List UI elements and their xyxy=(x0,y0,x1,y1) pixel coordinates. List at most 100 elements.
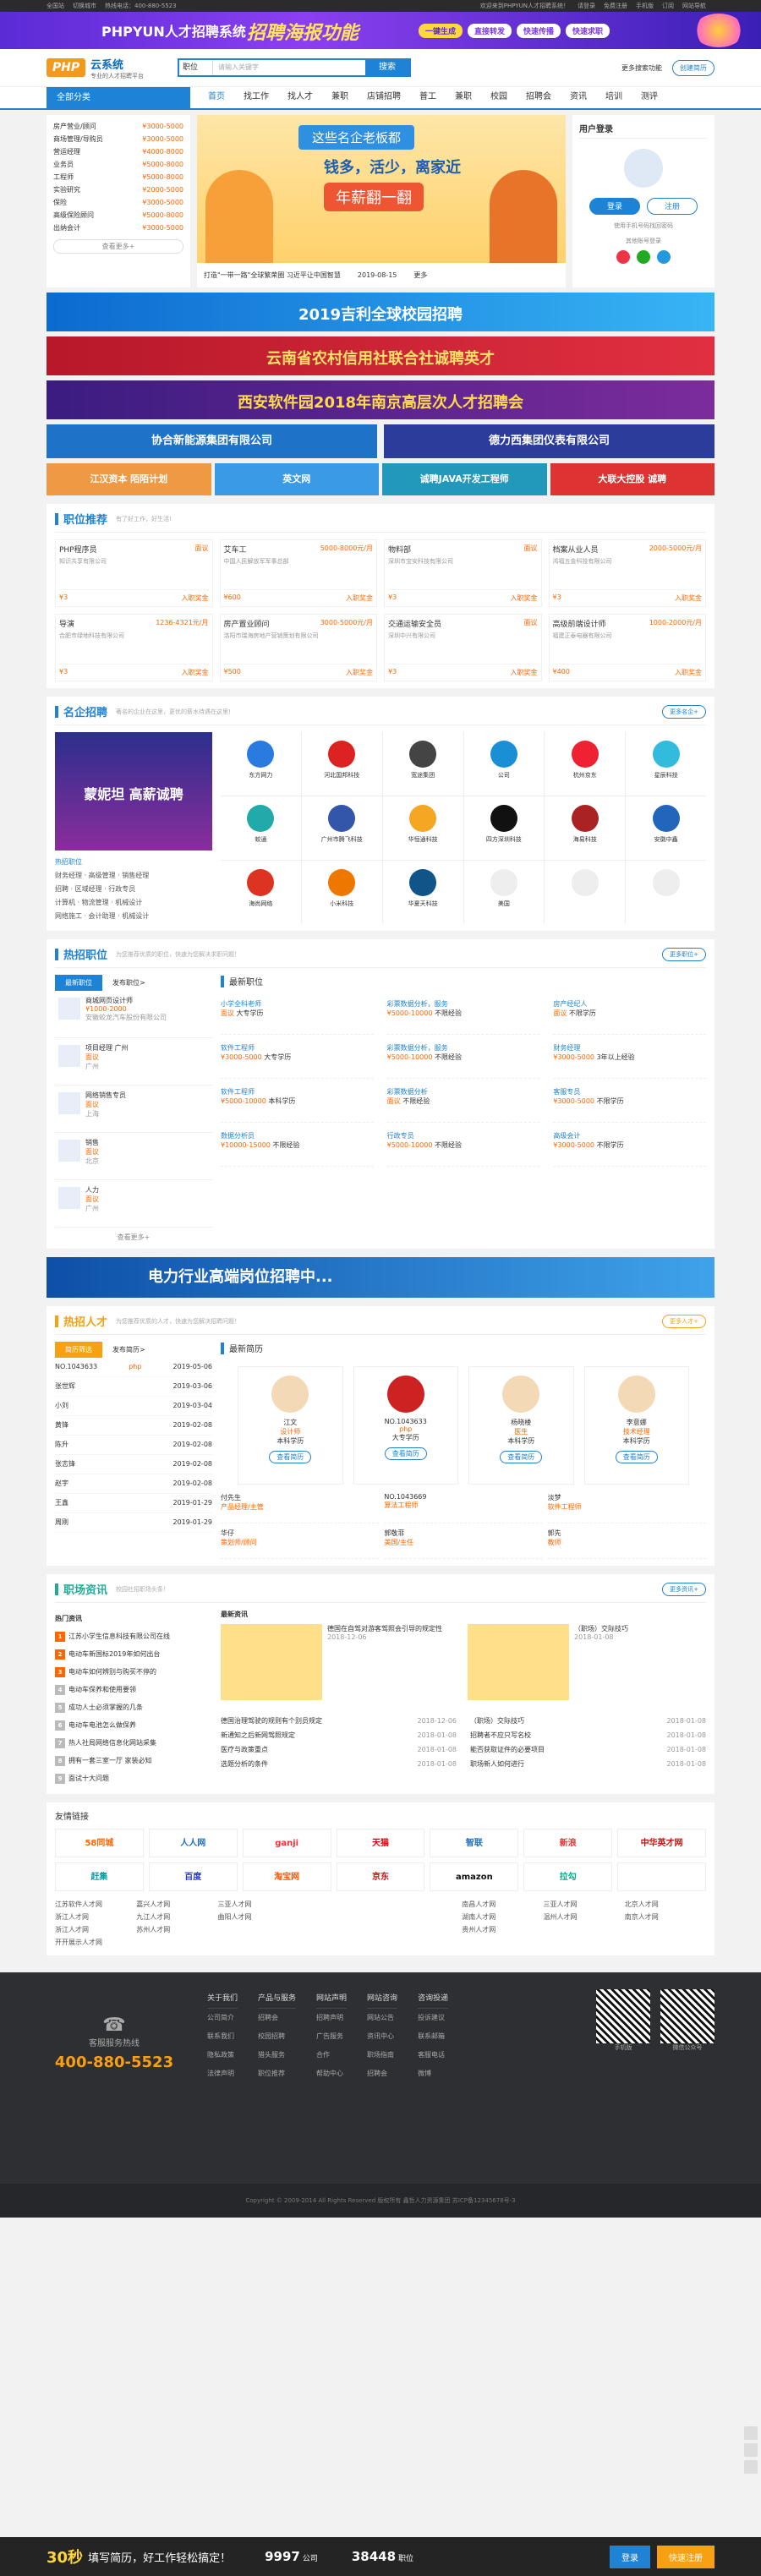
news-item[interactable]: 新通知之后新网驾照规定 2018-01-08 xyxy=(221,1728,457,1742)
logo[interactable]: PHP 云系统 专业的人才招聘平台 xyxy=(47,56,144,80)
promo-banner[interactable]: PHPYUN人才招聘系统 招聘海报功能 一键生成 直接转发 快速传播 快速求职 xyxy=(0,12,761,49)
category-item[interactable]: 房产营业/顾问 ¥3000-5000 xyxy=(53,120,183,133)
footer-link[interactable]: 职位推荐 xyxy=(258,2070,285,2077)
talent-item[interactable]: NO.1043669 算法工程师 xyxy=(384,1493,543,1523)
link-logo[interactable]: 58同城 xyxy=(55,1829,144,1857)
job-card[interactable]: PHP程序员 面议 知识共享有限公司 ¥3 入职奖金 xyxy=(55,539,213,607)
promo-button[interactable]: 快速传播 xyxy=(517,24,561,38)
view-resume-button[interactable]: 查看简历 xyxy=(384,1447,427,1460)
tag[interactable]: 销售经理 xyxy=(122,872,149,879)
footer-link[interactable]: 资讯中心 xyxy=(367,2032,394,2040)
news-item[interactable]: （职场）交际技巧 2018-01-08 xyxy=(470,1714,706,1728)
nav-item[interactable]: 招聘会 xyxy=(517,86,561,110)
ad-banner[interactable]: 江汉资本 陌陌计划 xyxy=(47,463,211,495)
category-item[interactable]: 工程师 ¥5000-8000 xyxy=(53,171,183,183)
talent-row[interactable]: 张志锋 2019-02-08 xyxy=(55,1455,212,1474)
side-more-button[interactable]: 查看更多+ xyxy=(55,1233,212,1242)
company-logo[interactable]: 杭州京东 xyxy=(545,732,626,796)
tag[interactable]: 会计助理 xyxy=(89,912,116,920)
back-to-top-icon[interactable] xyxy=(744,2460,758,2474)
text-link[interactable]: 苏州人才网 xyxy=(136,1923,217,1936)
text-link[interactable]: 三亚人才网 xyxy=(544,1898,625,1911)
footer-link[interactable]: 猎头服务 xyxy=(258,2051,285,2059)
nav-item[interactable]: 培训 xyxy=(596,86,632,110)
company-logo[interactable]: 公司 xyxy=(463,732,545,796)
resume-card[interactable]: NO.1043633 php 大专学历 查看简历 xyxy=(353,1366,458,1485)
footer-link[interactable]: 招聘会 xyxy=(367,2070,387,2077)
talent-row[interactable]: 赵宇 2019-02-08 xyxy=(55,1474,212,1494)
category-more-button[interactable]: 查看更多+ xyxy=(53,239,183,254)
text-link[interactable]: 浙江人才网 xyxy=(55,1911,136,1923)
feedback-icon[interactable] xyxy=(744,2426,758,2440)
footer-link[interactable]: 帮助中心 xyxy=(316,2070,343,2077)
link-logo[interactable]: 智联 xyxy=(430,1829,519,1857)
login-link[interactable]: 请登录 xyxy=(578,3,595,9)
job-card[interactable]: 房产置业顾问 3000-5000元/月 洛阳市瑞海房地产营销策划有限公司 ¥500 入职… xyxy=(219,614,377,681)
create-resume-button[interactable]: 创建简历 xyxy=(672,59,714,76)
job-card[interactable]: 交通运输安全员 面议 深圳中兴有限公司 ¥3 入职奖金 xyxy=(384,614,542,681)
company-logo[interactable] xyxy=(626,861,706,924)
news-item[interactable]: 2 电动车新国标2019年如何出台 xyxy=(55,1645,212,1663)
job-item[interactable]: 数据分析员 ¥10000-15000 不限经验 xyxy=(221,1131,374,1167)
list-item[interactable]: 销售 面议 北京 xyxy=(55,1133,212,1180)
footer-link[interactable]: 网站公告 xyxy=(367,2014,394,2021)
nav-item[interactable]: 兼职 xyxy=(446,86,481,110)
advanced-search-link[interactable]: 更多搜索功能 xyxy=(621,63,662,73)
footer-link[interactable]: 公司简介 xyxy=(207,2014,234,2021)
footer-link[interactable]: 投诉建议 xyxy=(418,2014,445,2021)
link-logo[interactable]: 百度 xyxy=(148,1862,238,1891)
ad-banner[interactable]: 云南省农村信用社联合社诚聘英才 xyxy=(47,336,714,375)
text-link[interactable]: 贵州人才网 xyxy=(462,1923,543,1936)
nav-item[interactable]: 校园 xyxy=(481,86,517,110)
category-item[interactable]: 保险 ¥3000-5000 xyxy=(53,196,183,209)
text-link[interactable]: 江苏软件人才网 xyxy=(55,1898,136,1911)
tag[interactable]: 行政专员 xyxy=(108,885,135,893)
category-item[interactable]: 业务员 ¥5000-8000 xyxy=(53,158,183,171)
company-logo[interactable]: 东方网力 xyxy=(221,732,301,796)
link-logo[interactable]: 新浪 xyxy=(523,1829,613,1857)
tab-filter[interactable]: 简历筛选 xyxy=(55,1342,102,1358)
list-item[interactable]: 人力 面议 广州 xyxy=(55,1180,212,1228)
footer-link[interactable]: 职场指南 xyxy=(367,2051,394,2059)
job-item[interactable]: 彩票数据分析，服务 ¥5000-10000 不限经验 xyxy=(386,999,540,1035)
resume-card[interactable]: 杨晓楼 医生 本科学历 查看简历 xyxy=(468,1366,574,1485)
news-item[interactable]: 职场新人如何进行 2018-01-08 xyxy=(470,1757,706,1771)
nav-item[interactable]: 兼职 xyxy=(322,86,358,110)
mobile-link[interactable]: 手机版 xyxy=(636,3,654,9)
footer-link[interactable]: 联系邮箱 xyxy=(418,2032,445,2040)
news-item[interactable]: 3 电动车如何辨别与购买不停的 xyxy=(55,1663,212,1681)
text-link[interactable]: 北京人才网 xyxy=(625,1898,706,1911)
link-logo[interactable]: 淘宝网 xyxy=(242,1862,331,1891)
find-password-link[interactable]: 使用手机号码找回密码 xyxy=(579,222,708,230)
tag[interactable]: 机械设计 xyxy=(115,899,142,906)
link-logo[interactable]: 拉勾 xyxy=(523,1862,613,1891)
talent-row[interactable]: 小刘 2019-03-04 xyxy=(55,1397,212,1416)
weibo-icon[interactable] xyxy=(616,250,630,264)
talent-item[interactable]: 郭敬菲 美国/主任 xyxy=(384,1529,543,1559)
list-item[interactable]: 项目经理 广州 面议 广州 xyxy=(55,1038,212,1086)
company-logo[interactable]: 广州市腾飞科技 xyxy=(301,796,382,860)
news-item[interactable]: 1 江苏小学生信息科技有限公司在线 xyxy=(55,1627,212,1645)
text-link[interactable]: 三亚人才网 xyxy=(218,1898,299,1911)
job-item[interactable]: 彩票数据分析，服务 ¥5000-10000 不限经验 xyxy=(386,1043,540,1079)
tag[interactable]: 高级管理 xyxy=(89,872,116,879)
text-link[interactable]: 温州人才网 xyxy=(544,1911,625,1923)
talent-row[interactable]: 陈升 2019-02-08 xyxy=(55,1436,212,1455)
bar-register-button[interactable]: 快速注册 xyxy=(657,2545,714,2568)
nav-item[interactable]: 资讯 xyxy=(561,86,596,110)
job-card[interactable]: 导演 1236-4321元/月 合肥市绿地科技有限公司 ¥3 入职奖金 xyxy=(55,614,213,681)
company-logo[interactable] xyxy=(545,861,626,924)
news-item[interactable]: 能否获取证件的必要项目 2018-01-08 xyxy=(470,1742,706,1757)
company-logo[interactable]: 四方深圳科技 xyxy=(463,796,545,860)
ad-banner[interactable]: 德力西集团仪表有限公司 xyxy=(384,424,714,458)
tag[interactable]: 区域经理 xyxy=(75,885,102,893)
link-logo[interactable] xyxy=(617,1862,706,1891)
text-link[interactable]: 九江人才网 xyxy=(136,1911,217,1923)
news-item[interactable]: 选题分析的条件 2018-01-08 xyxy=(221,1757,457,1771)
news-feature[interactable]: 德国在自驾对游客驾照会引导的规定性 2018-12-06 xyxy=(221,1624,459,1709)
tag[interactable]: 机械设计 xyxy=(122,912,149,920)
list-item[interactable]: 商城网页设计师 ¥1000-2000 安徽蛟龙汽车股份有限公司 xyxy=(55,991,212,1038)
promo-button[interactable]: 直接转发 xyxy=(468,24,512,38)
register-button[interactable]: 注册 xyxy=(647,198,698,215)
job-item[interactable]: 行政专员 ¥5000-10000 不限经验 xyxy=(386,1131,540,1167)
